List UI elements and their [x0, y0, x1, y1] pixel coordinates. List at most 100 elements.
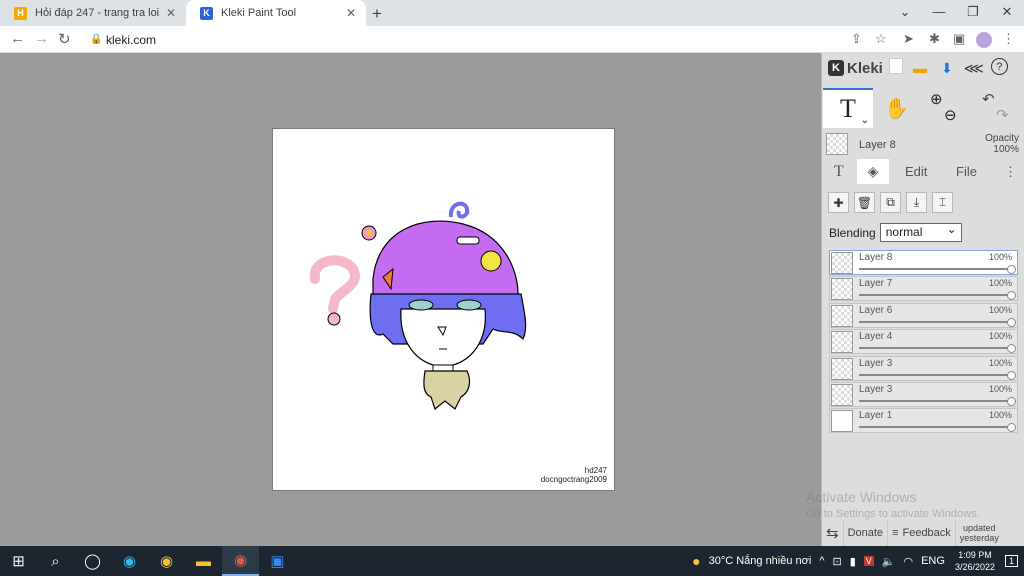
layer-item[interactable]: Layer 7 100%	[829, 276, 1018, 302]
download-icon[interactable]: ⬇	[937, 58, 957, 78]
slider-knob[interactable]	[1007, 317, 1016, 327]
forward-arrow-icon[interactable]: →	[34, 30, 49, 47]
new-image-icon[interactable]	[888, 58, 903, 74]
layer-opacity-slider[interactable]	[859, 294, 1011, 297]
task-view-icon[interactable]: ◯	[74, 546, 111, 576]
layer-opacity-slider[interactable]	[859, 426, 1011, 429]
zoom-app-icon[interactable]: ▣	[259, 546, 296, 576]
layer-item[interactable]: Layer 8 100%	[829, 250, 1018, 275]
layer-opacity-slider[interactable]	[859, 320, 1011, 323]
tab-layers[interactable]: ◈	[857, 159, 889, 184]
kleki-side-panel: K Kleki ▬ ⬇ ⋘ ? T ⌄ ✋ ⊕ ⊖ ↶ ↷ Layer 8 Opa…	[806, 53, 1024, 546]
zoom-in-icon[interactable]: ⊕	[930, 92, 957, 108]
add-layer-button[interactable]: ✚	[828, 192, 849, 213]
more-menu-icon[interactable]: ⋮	[1004, 159, 1017, 184]
layer-opacity-slider[interactable]	[859, 373, 1011, 376]
restore-button[interactable]: ❐	[956, 0, 990, 26]
close-tab-icon[interactable]: ✕	[164, 6, 178, 20]
slider-knob[interactable]	[1007, 265, 1016, 274]
system-clock[interactable]: 1:09 PM 3/26/2022	[955, 549, 995, 573]
tab-title: Hỏi đáp 247 - trang tra loi	[35, 7, 160, 19]
layer-item[interactable]: Layer 3 100%	[829, 381, 1018, 407]
chrome-running-icon[interactable]: ◉	[222, 546, 259, 576]
redo-icon[interactable]: ↷	[996, 108, 1009, 124]
help-icon[interactable]: ?	[990, 58, 1008, 75]
windows-start-icon[interactable]: ⊞	[0, 546, 37, 576]
changelog-link[interactable]: updated yesterday	[956, 523, 1003, 543]
layers-icon: ◈	[867, 163, 879, 179]
browser-menu-icon[interactable]: ⋮	[1002, 31, 1015, 47]
volume-icon[interactable]: 🔈	[882, 555, 896, 568]
weather-status[interactable]: 30°C Nắng nhiều nơi	[709, 555, 812, 567]
merge-layer-button[interactable]: ⤓	[906, 192, 927, 213]
lock-icon[interactable]: 🔒	[90, 34, 102, 45]
undo-icon[interactable]: ↶	[982, 92, 1009, 108]
cursor-extension-icon[interactable]: ➤	[903, 31, 914, 47]
current-layer-info: Layer 8 Opacity 100%	[822, 131, 1024, 159]
layers-list: Layer 8 100% Layer 7 100% Layer 6 100% L…	[829, 250, 1018, 435]
file-explorer-icon[interactable]: ▬	[185, 546, 222, 576]
search-icon[interactable]: ⌕	[37, 546, 74, 576]
slider-knob[interactable]	[1007, 423, 1016, 433]
layer-opacity-slider[interactable]	[859, 399, 1011, 402]
layer-item[interactable]: Layer 6 100%	[829, 302, 1018, 328]
drawing-canvas[interactable]: hd247 docngoctrang2009	[272, 128, 615, 491]
text-tool-button[interactable]: T ⌄	[823, 88, 873, 128]
feedback-link[interactable]: ≡ Feedback	[888, 520, 956, 546]
hand-tool-icon[interactable]: ✋	[884, 96, 909, 121]
tray-overflow-icon[interactable]: ^	[819, 555, 824, 567]
zoom-out-icon[interactable]: ⊖	[944, 108, 957, 124]
unikey-icon[interactable]: V	[863, 556, 874, 566]
edge-browser-icon[interactable]: ◉	[111, 546, 148, 576]
open-folder-icon[interactable]: ▬	[910, 58, 930, 78]
layer-item[interactable]: Layer 3 100%	[829, 355, 1018, 381]
tray-app-icon[interactable]: ▮	[850, 555, 856, 568]
layer-thumbnail	[831, 304, 853, 327]
slider-knob[interactable]	[1007, 370, 1016, 380]
notification-icon[interactable]: 1	[1004, 555, 1018, 567]
share-icon[interactable]: ⋘	[964, 58, 984, 78]
tab-kleki[interactable]: K Kleki Paint Tool ✕	[186, 0, 366, 26]
wifi-icon[interactable]: ◠	[903, 555, 913, 568]
blending-select[interactable]: normal	[879, 221, 962, 242]
minimize-button[interactable]: —	[922, 0, 956, 26]
panel-footer: ⇆ Donate ≡ Feedback updated yesterday	[822, 520, 1024, 546]
meet-icon[interactable]: ⊡	[832, 555, 841, 568]
reload-icon[interactable]: ↻	[58, 30, 71, 48]
blending-label: Blending	[829, 225, 876, 240]
close-window-button[interactable]: ✕	[990, 0, 1024, 26]
layer-opacity-slider[interactable]	[859, 268, 1011, 270]
back-arrow-icon[interactable]: ←	[10, 30, 25, 47]
url-input[interactable]: kleki.com	[106, 33, 156, 47]
tab-edit[interactable]: Edit	[905, 159, 927, 184]
layer-opacity-slider[interactable]	[859, 347, 1011, 350]
kleki-logo: K Kleki	[828, 60, 883, 77]
activate-windows-watermark: Activate Windows Go to Settings to activ…	[806, 489, 980, 520]
extensions-puzzle-icon[interactable]: ✱	[929, 31, 940, 47]
duplicate-layer-button[interactable]: ⧉	[880, 192, 901, 213]
slider-knob[interactable]	[1007, 396, 1016, 406]
layer-thumbnail	[831, 278, 853, 301]
rename-layer-button[interactable]: ⌶	[932, 192, 953, 213]
undo-redo-controls: ↶ ↷	[982, 92, 1009, 124]
chrome-icon[interactable]: ◉	[148, 546, 185, 576]
layer-item[interactable]: Layer 4 100%	[829, 329, 1018, 355]
zoom-controls: ⊕ ⊖	[930, 92, 957, 124]
tab-file[interactable]: File	[956, 159, 977, 184]
slider-knob[interactable]	[1007, 344, 1016, 354]
donate-link[interactable]: Donate	[844, 520, 889, 546]
new-tab-button[interactable]: +	[372, 4, 382, 24]
layer-item[interactable]: Layer 1 100%	[829, 408, 1018, 434]
tab-tool-settings[interactable]: T	[834, 159, 844, 184]
bookmark-star-icon[interactable]: ☆	[875, 31, 887, 47]
close-tab-icon[interactable]: ✕	[344, 6, 358, 20]
share-icon[interactable]: ⇪	[851, 31, 862, 47]
delete-layer-button[interactable]: 🗑	[854, 192, 875, 213]
side-panel-icon[interactable]: ▣	[953, 31, 965, 47]
swap-side-icon[interactable]: ⇆	[822, 520, 844, 546]
language-indicator[interactable]: ENG	[921, 555, 945, 567]
slider-knob[interactable]	[1007, 291, 1016, 301]
tab-search-button[interactable]: ⌄	[888, 0, 922, 26]
tab-hoidap[interactable]: H Hỏi đáp 247 - trang tra loi ✕	[0, 0, 186, 26]
profile-avatar[interactable]	[976, 32, 992, 48]
